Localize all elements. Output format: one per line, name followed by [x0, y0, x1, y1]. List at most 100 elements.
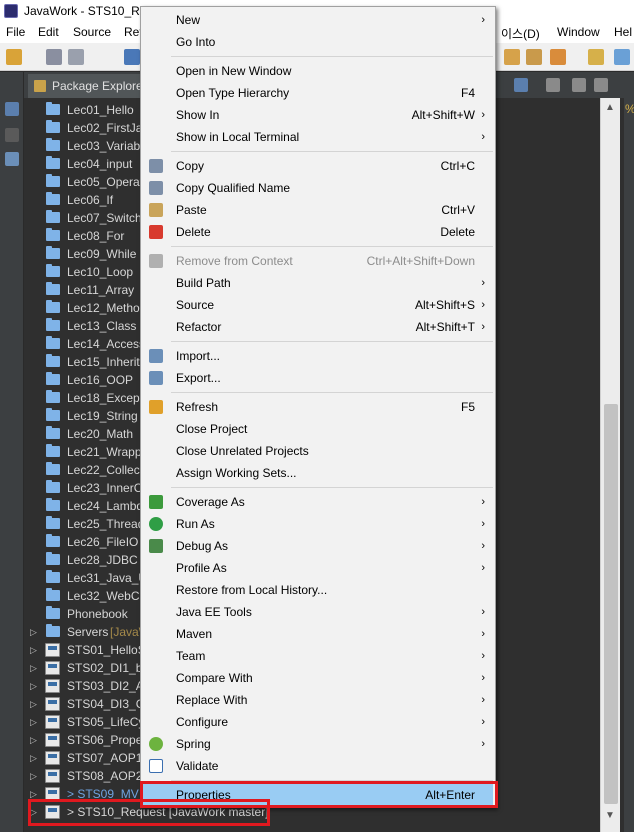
menu-item-copy[interactable]: Copy Ctrl+C: [143, 155, 493, 177]
restore-view-icon[interactable]: [5, 102, 19, 116]
menu-item-build-path[interactable]: Build Path ›: [143, 272, 493, 294]
minimize-icon[interactable]: [594, 78, 608, 92]
menu-item-source[interactable]: Source Alt+Shift+S ›: [143, 294, 493, 316]
brush-icon[interactable]: [550, 49, 566, 65]
menu-file[interactable]: File: [6, 25, 25, 39]
submenu-arrow-icon: ›: [481, 694, 485, 706]
submenu-arrow-icon: ›: [481, 650, 485, 662]
menu-item-label: Maven: [176, 627, 213, 641]
menu-item-assign-working-sets[interactable]: Assign Working Sets...: [143, 462, 493, 484]
project-folder-icon: [46, 498, 60, 511]
tree-scrollbar[interactable]: ▲ ▼: [600, 98, 620, 832]
tree-item-label: Lec19_String: [67, 409, 138, 423]
tree-item-label: Lec08_For: [67, 229, 125, 243]
tree-item-label: Phonebook: [67, 607, 128, 621]
tree-item-label: Lec01_Hello: [67, 103, 134, 117]
tree-item-label: Lec26_FileIO: [67, 535, 139, 549]
menu-window[interactable]: Window: [557, 25, 600, 39]
tab-package-explorer[interactable]: Package Explorer: [28, 74, 148, 98]
save-all-icon[interactable]: [68, 49, 84, 65]
menu-item-coverage-as[interactable]: Coverage As ›: [143, 491, 493, 513]
menu-item-replace-with[interactable]: Replace With ›: [143, 689, 493, 711]
menu-item-profile-as[interactable]: Profile As ›: [143, 557, 493, 579]
project-folder-icon: [46, 138, 60, 151]
menu-item-java-ee-tools[interactable]: Java EE Tools ›: [143, 601, 493, 623]
menu-item-debug-as[interactable]: Debug As ›: [143, 535, 493, 557]
menu-item-label: Go Into: [176, 35, 216, 49]
view-menu-icon[interactable]: [572, 78, 586, 92]
skip-breakpoints-icon[interactable]: [124, 49, 140, 65]
menu-item-new[interactable]: New ›: [143, 9, 493, 31]
expand-arrow-icon[interactable]: ▷: [30, 749, 37, 767]
menu-separator: [171, 246, 493, 247]
menu-source[interactable]: Source: [73, 25, 111, 39]
project-folder-icon: [46, 444, 60, 457]
submenu-arrow-icon: ›: [481, 14, 485, 26]
submenu-arrow-icon: ›: [481, 109, 485, 121]
menu-item-export[interactable]: Export...: [143, 367, 493, 389]
menu-item-restore-from-local-history[interactable]: Restore from Local History...: [143, 579, 493, 601]
menu-item-refresh[interactable]: Refresh F5: [143, 396, 493, 418]
menu-item-close-unrelated-projects[interactable]: Close Unrelated Projects: [143, 440, 493, 462]
menu-device[interactable]: 이스(D): [501, 25, 540, 42]
menu-item-go-into[interactable]: Go Into: [143, 31, 493, 53]
menu-item-run-as[interactable]: Run As ›: [143, 513, 493, 535]
scroll-up-icon[interactable]: ▲: [605, 102, 615, 113]
menu-help[interactable]: Hel: [614, 25, 632, 39]
expand-arrow-icon[interactable]: ▷: [30, 731, 37, 749]
menu-item-team[interactable]: Team ›: [143, 645, 493, 667]
expand-arrow-icon[interactable]: ▷: [30, 641, 37, 659]
menu-item-maven[interactable]: Maven ›: [143, 623, 493, 645]
menu-item-show-in-local-terminal[interactable]: Show in Local Terminal ›: [143, 126, 493, 148]
expand-arrow-icon[interactable]: ▷: [30, 695, 37, 713]
menu-edit[interactable]: Edit: [38, 25, 59, 39]
menu-item-label: Assign Working Sets...: [176, 466, 297, 480]
minimized-view-icon[interactable]: [5, 128, 19, 142]
open-folder-icon[interactable]: [504, 49, 520, 65]
spring-project-icon: [45, 715, 60, 729]
scroll-thumb[interactable]: [604, 404, 618, 804]
link-with-editor-icon[interactable]: [514, 78, 528, 92]
expand-arrow-icon[interactable]: ▷: [30, 713, 37, 731]
tree-item-label: Lec07_Switch: [67, 211, 142, 225]
menu-item-paste[interactable]: Paste Ctrl+V: [143, 199, 493, 221]
open-type-icon[interactable]: [526, 49, 542, 65]
menu-item-open-in-new-window[interactable]: Open in New Window: [143, 60, 493, 82]
menu-item-label: Show In: [176, 108, 220, 122]
highlight-sts10-project: [28, 799, 270, 826]
filter-icon[interactable]: [546, 78, 560, 92]
menu-item-validate[interactable]: Validate: [143, 755, 493, 777]
menu-item-delete[interactable]: Delete Delete: [143, 221, 493, 243]
expand-arrow-icon[interactable]: ▷: [30, 659, 37, 677]
expand-arrow-icon[interactable]: ▷: [30, 767, 37, 785]
export-icon: [149, 371, 163, 385]
scroll-down-icon[interactable]: ▼: [605, 810, 615, 821]
menu-item-open-type-hierarchy[interactable]: Open Type Hierarchy F4: [143, 82, 493, 104]
spring-project-icon: [45, 661, 60, 675]
tree-item-label: Lec15_Inherita: [67, 355, 147, 369]
validate-icon: [149, 759, 163, 773]
tree-item-label: STS02_DI1_be: [67, 661, 150, 675]
menu-item-show-in[interactable]: Show In Alt+Shift+W ›: [143, 104, 493, 126]
menu-item-refactor[interactable]: Refactor Alt+Shift+T ›: [143, 316, 493, 338]
menu-item-configure[interactable]: Configure ›: [143, 711, 493, 733]
spring-project-icon: [45, 679, 60, 693]
delete-icon: [149, 225, 163, 239]
project-folder-icon: [46, 156, 60, 169]
folder-nav-icon[interactable]: [588, 49, 604, 65]
globe-icon[interactable]: [614, 49, 630, 65]
save-icon[interactable]: [46, 49, 62, 65]
outline-icon[interactable]: [5, 152, 19, 166]
project-folder-icon: [46, 516, 60, 529]
expand-arrow-icon[interactable]: ▷: [30, 623, 37, 641]
project-folder-icon: [46, 174, 60, 187]
menu-item-compare-with[interactable]: Compare With ›: [143, 667, 493, 689]
submenu-arrow-icon: ›: [481, 299, 485, 311]
menu-item-spring[interactable]: Spring ›: [143, 733, 493, 755]
new-icon[interactable]: [6, 49, 22, 65]
expand-arrow-icon[interactable]: ▷: [30, 677, 37, 695]
menu-item-close-project[interactable]: Close Project: [143, 418, 493, 440]
menu-item-copy-qualified-name[interactable]: Copy Qualified Name: [143, 177, 493, 199]
import-icon: [149, 349, 163, 363]
menu-item-import[interactable]: Import...: [143, 345, 493, 367]
